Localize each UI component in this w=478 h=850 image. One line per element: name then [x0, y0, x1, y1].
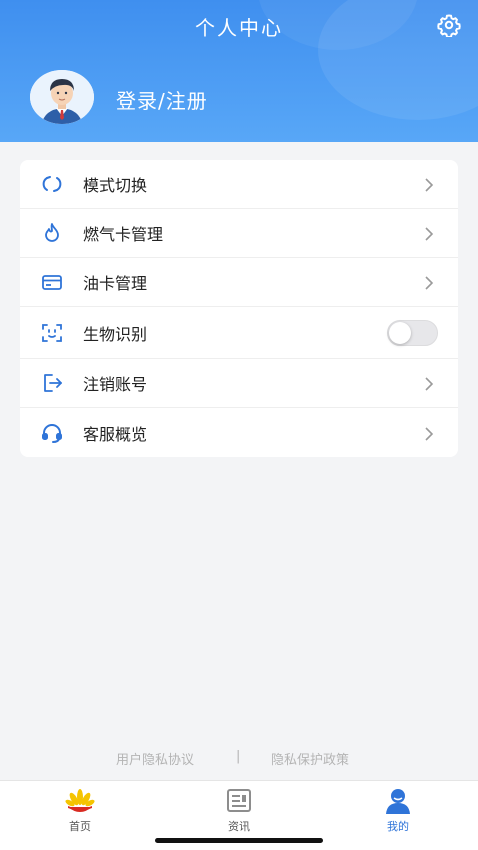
privacy-policy-link[interactable]: 隐私保护政策 [271, 749, 349, 768]
chevron-right-icon [424, 226, 434, 241]
chevron-right-icon [424, 376, 434, 391]
petrochina-logo-icon [65, 787, 95, 815]
logout-icon [41, 372, 63, 394]
chevron-right-icon [424, 177, 434, 192]
chevron-right-icon [424, 426, 434, 441]
menu-item-mode-switch[interactable]: 模式切换 [20, 160, 458, 209]
chevron-right-icon [424, 275, 434, 290]
menu-item-oil-card[interactable]: 油卡管理 [20, 258, 458, 307]
toggle-knob [389, 321, 411, 344]
tab-news[interactable]: 资讯 [209, 787, 269, 833]
user-privacy-agreement-link[interactable]: 用户隐私协议 [116, 749, 194, 768]
home-indicator [155, 838, 323, 843]
tab-home[interactable]: 首页 [50, 787, 110, 833]
profile-icon [383, 787, 413, 815]
card-icon [41, 271, 63, 293]
settings-menu-card: 模式切换 燃气卡管理 油卡管理 生物识别 注销账号 客服概览 [20, 160, 458, 457]
menu-item-label: 注销账号 [83, 375, 148, 394]
menu-item-label: 模式切换 [83, 176, 148, 195]
tab-label: 我的 [387, 820, 409, 833]
headset-icon [41, 422, 63, 444]
login-register-link[interactable]: 登录/注册 [116, 85, 208, 114]
menu-item-label: 燃气卡管理 [83, 225, 164, 244]
menu-item-label: 客服概览 [83, 424, 148, 444]
face-scan-icon [41, 322, 63, 344]
settings-gear-icon[interactable] [437, 13, 461, 39]
menu-item-label: 油卡管理 [83, 274, 148, 293]
tab-label: 资讯 [228, 820, 250, 833]
footer-separator: | [236, 749, 241, 764]
swap-cycle-icon [41, 173, 63, 195]
menu-item-customer-service[interactable]: 客服概览 [20, 408, 458, 457]
menu-item-label: 生物识别 [83, 324, 148, 344]
profile-header: 个人中心 登录/注册 [0, 0, 478, 142]
biometric-toggle[interactable] [387, 319, 438, 346]
menu-item-gas-card[interactable]: 燃气卡管理 [20, 209, 458, 258]
page-title: 个人中心 [195, 16, 283, 40]
avatar[interactable] [30, 70, 94, 124]
tab-label: 首页 [69, 820, 91, 833]
news-icon [224, 787, 254, 815]
footer-links: 用户隐私协议 | 隐私保护政策 [0, 749, 478, 768]
tab-profile[interactable]: 我的 [368, 787, 428, 833]
menu-item-delete-account[interactable]: 注销账号 [20, 359, 458, 408]
flame-icon [41, 222, 63, 244]
menu-item-biometric: 生物识别 [20, 307, 458, 359]
